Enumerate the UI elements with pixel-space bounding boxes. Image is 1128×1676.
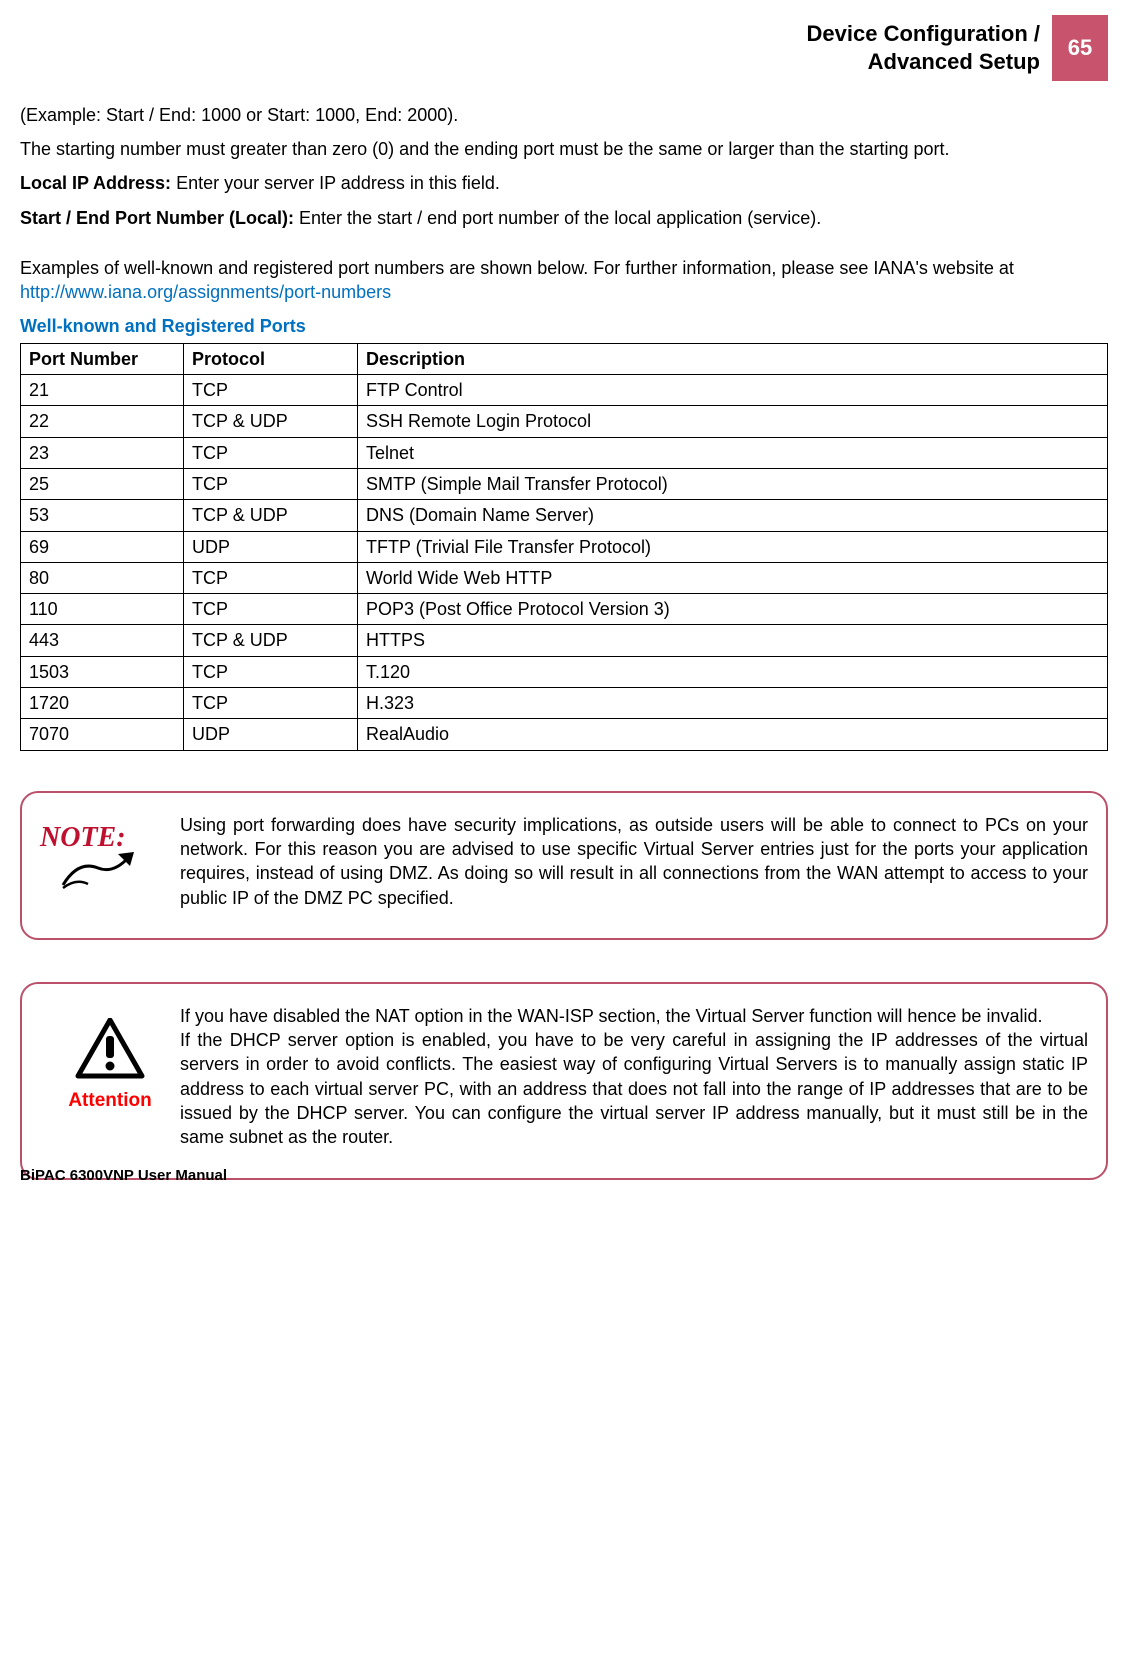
header-title: Device Configuration / Advanced Setup xyxy=(807,20,1040,75)
table-cell: POP3 (Post Office Protocol Version 3) xyxy=(357,594,1107,625)
table-cell: DNS (Domain Name Server) xyxy=(357,500,1107,531)
footer-text: BiPAC 6300VNP User Manual xyxy=(20,1166,1108,1186)
local-port-label: Start / End Port Number (Local): xyxy=(20,208,299,228)
table-cell: TCP xyxy=(184,437,358,468)
table-cell: TCP & UDP xyxy=(184,406,358,437)
table-cell: SSH Remote Login Protocol xyxy=(357,406,1107,437)
table-row: 110TCPPOP3 (Post Office Protocol Version… xyxy=(21,594,1108,625)
page-header: Device Configuration / Advanced Setup 65 xyxy=(20,15,1108,81)
table-cell: T.120 xyxy=(357,656,1107,687)
table-cell: 23 xyxy=(21,437,184,468)
table-cell: TCP & UDP xyxy=(184,625,358,656)
table-row: 23TCPTelnet xyxy=(21,437,1108,468)
table-cell: 7070 xyxy=(21,719,184,750)
table-row: 443TCP & UDPHTTPS xyxy=(21,625,1108,656)
table-cell: UDP xyxy=(184,719,358,750)
table-cell: TCP xyxy=(184,688,358,719)
iana-link[interactable]: http://www.iana.org/assignments/port-num… xyxy=(20,282,391,302)
attention-callout: Attention If you have disabled the NAT o… xyxy=(20,982,1108,1180)
table-cell: 80 xyxy=(21,562,184,593)
th-description: Description xyxy=(357,343,1107,374)
table-row: 22TCP & UDPSSH Remote Login Protocol xyxy=(21,406,1108,437)
table-cell: 110 xyxy=(21,594,184,625)
table-cell: 21 xyxy=(21,375,184,406)
header-title-line1: Device Configuration / xyxy=(807,21,1040,46)
table-row: 1503TCPT.120 xyxy=(21,656,1108,687)
table-cell: TCP xyxy=(184,656,358,687)
table-cell: TCP xyxy=(184,375,358,406)
local-ip-paragraph: Local IP Address: Enter your server IP a… xyxy=(20,171,1108,195)
attention-text-2: If the DHCP server option is enabled, yo… xyxy=(180,1030,1088,1147)
ports-section-title: Well-known and Registered Ports xyxy=(20,314,1108,338)
table-row: 1720TCPH.323 xyxy=(21,688,1108,719)
iana-paragraph: Examples of well-known and registered po… xyxy=(20,256,1108,305)
table-cell: TCP xyxy=(184,562,358,593)
table-row: 80TCPWorld Wide Web HTTP xyxy=(21,562,1108,593)
starting-number-paragraph: The starting number must greater than ze… xyxy=(20,137,1108,161)
local-ip-label: Local IP Address: xyxy=(20,173,176,193)
table-row: 7070UDPRealAudio xyxy=(21,719,1108,750)
table-cell: UDP xyxy=(184,531,358,562)
attention-label: Attention xyxy=(68,1088,151,1114)
attention-text: If you have disabled the NAT option in t… xyxy=(180,1004,1088,1150)
attention-text-1: If you have disabled the NAT option in t… xyxy=(180,1006,1042,1026)
ports-table: Port Number Protocol Description 21TCPFT… xyxy=(20,343,1108,751)
th-protocol: Protocol xyxy=(184,343,358,374)
table-cell: 1503 xyxy=(21,656,184,687)
table-header-row: Port Number Protocol Description xyxy=(21,343,1108,374)
table-row: 53TCP & UDPDNS (Domain Name Server) xyxy=(21,500,1108,531)
table-cell: 22 xyxy=(21,406,184,437)
table-cell: SMTP (Simple Mail Transfer Protocol) xyxy=(357,468,1107,499)
note-icon: NOTE: xyxy=(40,813,180,891)
table-row: 21TCPFTP Control xyxy=(21,375,1108,406)
header-title-line2: Advanced Setup xyxy=(868,49,1040,74)
table-row: 25TCPSMTP (Simple Mail Transfer Protocol… xyxy=(21,468,1108,499)
table-cell: TCP xyxy=(184,468,358,499)
table-cell: 53 xyxy=(21,500,184,531)
local-ip-text: Enter your server IP address in this fie… xyxy=(176,173,500,193)
table-cell: TCP xyxy=(184,594,358,625)
page-number-badge: 65 xyxy=(1052,15,1108,81)
table-cell: TFTP (Trivial File Transfer Protocol) xyxy=(357,531,1107,562)
table-cell: RealAudio xyxy=(357,719,1107,750)
table-cell: Telnet xyxy=(357,437,1107,468)
table-cell: H.323 xyxy=(357,688,1107,719)
attention-icon: Attention xyxy=(40,1004,180,1114)
table-cell: FTP Control xyxy=(357,375,1107,406)
th-port-number: Port Number xyxy=(21,343,184,374)
table-cell: 1720 xyxy=(21,688,184,719)
note-callout: NOTE: Using port forwarding does have se… xyxy=(20,791,1108,940)
table-cell: HTTPS xyxy=(357,625,1107,656)
table-cell: 443 xyxy=(21,625,184,656)
table-cell: 69 xyxy=(21,531,184,562)
warning-triangle-icon xyxy=(75,1018,145,1080)
table-row: 69UDPTFTP (Trivial File Transfer Protoco… xyxy=(21,531,1108,562)
table-cell: TCP & UDP xyxy=(184,500,358,531)
table-cell: World Wide Web HTTP xyxy=(357,562,1107,593)
pen-icon xyxy=(58,850,138,890)
example-paragraph: (Example: Start / End: 1000 or Start: 10… xyxy=(20,103,1108,127)
note-text: Using port forwarding does have security… xyxy=(180,813,1088,910)
iana-pre-text: Examples of well-known and registered po… xyxy=(20,258,1014,278)
local-port-text: Enter the start / end port number of the… xyxy=(299,208,821,228)
local-port-paragraph: Start / End Port Number (Local): Enter t… xyxy=(20,206,1108,230)
table-cell: 25 xyxy=(21,468,184,499)
